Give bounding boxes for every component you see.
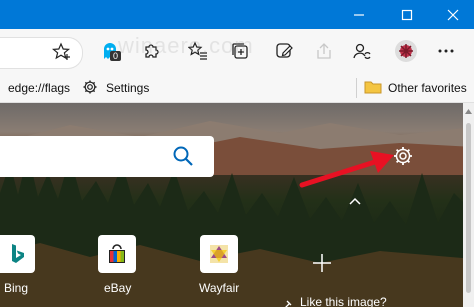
- new-tab-background: Bing eBay Wayfair Like this image?: [0, 103, 474, 307]
- maximize-icon: [401, 9, 413, 20]
- image-caption[interactable]: Like this image?: [300, 295, 387, 307]
- vertical-scrollbar[interactable]: [463, 103, 474, 307]
- add-favorite-star-icon[interactable]: [50, 40, 74, 64]
- favorite-item-settings[interactable]: Settings: [106, 81, 149, 95]
- gear-icon: [82, 79, 98, 98]
- tile-label-ebay: eBay: [104, 281, 132, 295]
- scrollbar-thumb[interactable]: [466, 123, 471, 293]
- watermark: winaero.com: [118, 33, 254, 58]
- browser-toolbar: 0 winaero.com: [0, 29, 474, 74]
- folder-icon: [364, 79, 382, 98]
- tile-label-bing: Bing: [4, 281, 29, 295]
- profile-avatar[interactable]: [394, 39, 418, 63]
- profile-sync-icon[interactable]: [350, 39, 374, 63]
- web-capture-icon[interactable]: [272, 39, 296, 63]
- minimize-icon: [354, 13, 364, 16]
- minimize-button[interactable]: [336, 0, 382, 29]
- bing-icon: [11, 244, 24, 263]
- favorites-divider: [356, 78, 357, 98]
- maximize-button[interactable]: [384, 0, 430, 29]
- annotation-arrow: [299, 151, 394, 188]
- chevron-up-icon[interactable]: [348, 193, 362, 211]
- tile-ebay[interactable]: [98, 235, 136, 273]
- ebay-icon: [109, 244, 125, 263]
- close-icon: [447, 9, 459, 20]
- tile-bing[interactable]: [0, 235, 35, 273]
- share-icon[interactable]: [312, 39, 336, 63]
- wayfair-icon: [210, 245, 228, 263]
- scroll-up-icon[interactable]: [465, 109, 472, 114]
- favorite-item-flags[interactable]: edge://flags: [8, 81, 70, 95]
- search-box[interactable]: [0, 136, 214, 177]
- tile-label-wayfair: Wayfair: [199, 281, 240, 295]
- search-icon[interactable]: [172, 145, 194, 172]
- pin-icon: [282, 297, 292, 307]
- title-bar: [0, 0, 474, 29]
- tile-wayfair[interactable]: [200, 235, 238, 273]
- close-button[interactable]: [430, 0, 474, 29]
- address-bar[interactable]: [0, 37, 83, 69]
- other-favorites-button[interactable]: Other favorites: [388, 81, 467, 95]
- favorites-bar: edge://flags Settings Other favorites: [0, 74, 474, 103]
- add-site-plus-icon[interactable]: [312, 253, 332, 278]
- settings-more-icon[interactable]: [434, 39, 458, 63]
